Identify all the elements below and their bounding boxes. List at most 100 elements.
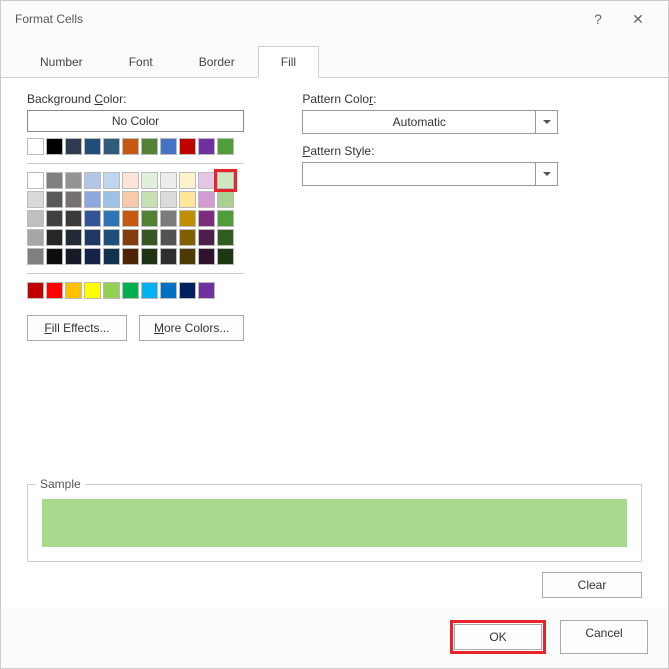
color-swatch[interactable]: [27, 138, 44, 155]
color-swatch[interactable]: [84, 172, 101, 189]
color-swatch[interactable]: [103, 282, 120, 299]
color-swatch[interactable]: [141, 229, 158, 246]
color-swatch[interactable]: [141, 138, 158, 155]
color-swatch[interactable]: [65, 248, 82, 265]
color-swatch[interactable]: [141, 172, 158, 189]
color-swatch[interactable]: [103, 138, 120, 155]
color-swatch[interactable]: [198, 282, 215, 299]
color-swatch[interactable]: [122, 210, 139, 227]
color-swatch[interactable]: [217, 191, 234, 208]
color-swatch[interactable]: [27, 172, 44, 189]
color-swatch[interactable]: [65, 229, 82, 246]
color-swatch[interactable]: [198, 210, 215, 227]
color-swatch[interactable]: [160, 210, 177, 227]
no-color-button[interactable]: No Color: [27, 110, 244, 132]
color-swatch[interactable]: [160, 138, 177, 155]
color-swatch[interactable]: [27, 229, 44, 246]
color-swatch[interactable]: [122, 248, 139, 265]
color-swatch[interactable]: [27, 248, 44, 265]
color-swatch[interactable]: [84, 229, 101, 246]
clear-button[interactable]: Clear: [542, 572, 642, 598]
color-swatch[interactable]: [198, 248, 215, 265]
color-swatch[interactable]: [217, 210, 234, 227]
color-swatch[interactable]: [160, 282, 177, 299]
color-swatch[interactable]: [65, 138, 82, 155]
color-swatch[interactable]: [122, 138, 139, 155]
tab-fill[interactable]: Fill: [258, 46, 319, 78]
color-swatch[interactable]: [179, 282, 196, 299]
color-swatch[interactable]: [46, 282, 63, 299]
color-swatch[interactable]: [160, 172, 177, 189]
color-swatch[interactable]: [27, 210, 44, 227]
color-swatch[interactable]: [46, 248, 63, 265]
color-swatch[interactable]: [103, 229, 120, 246]
color-swatch[interactable]: [122, 282, 139, 299]
color-swatch[interactable]: [179, 248, 196, 265]
color-swatch[interactable]: [103, 172, 120, 189]
more-colors-button[interactable]: More Colors...: [139, 315, 244, 341]
color-swatch[interactable]: [27, 282, 44, 299]
sample-label: Sample: [36, 477, 85, 491]
color-swatch[interactable]: [84, 138, 101, 155]
color-swatch[interactable]: [217, 229, 234, 246]
color-swatch[interactable]: [46, 191, 63, 208]
color-swatch[interactable]: [65, 210, 82, 227]
color-swatch[interactable]: [217, 138, 234, 155]
color-swatch[interactable]: [65, 172, 82, 189]
color-swatch[interactable]: [141, 248, 158, 265]
color-swatch[interactable]: [46, 210, 63, 227]
color-swatch[interactable]: [84, 210, 101, 227]
footer: OK Cancel: [1, 608, 668, 668]
color-swatch[interactable]: [217, 248, 234, 265]
format-cells-dialog: Format Cells ? ✕ Number Font Border Fill…: [0, 0, 669, 669]
chevron-down-icon[interactable]: [535, 111, 557, 133]
color-swatch[interactable]: [198, 138, 215, 155]
color-swatch[interactable]: [198, 191, 215, 208]
color-swatch[interactable]: [103, 210, 120, 227]
tab-border[interactable]: Border: [176, 46, 258, 78]
tab-number[interactable]: Number: [17, 46, 106, 78]
color-swatch[interactable]: [46, 138, 63, 155]
color-swatch[interactable]: [84, 191, 101, 208]
color-swatch[interactable]: [122, 172, 139, 189]
tab-font[interactable]: Font: [106, 46, 176, 78]
titlebar: Format Cells ? ✕: [1, 1, 668, 37]
cancel-button[interactable]: Cancel: [560, 620, 648, 654]
color-swatch[interactable]: [84, 248, 101, 265]
background-color-label: Background Color:: [27, 92, 244, 106]
color-swatch[interactable]: [46, 172, 63, 189]
color-swatch[interactable]: [179, 138, 196, 155]
color-swatch[interactable]: [160, 248, 177, 265]
content: Background Color: No Color Fill Effects.…: [1, 78, 668, 608]
pattern-style-combo[interactable]: [302, 162, 558, 186]
color-swatch[interactable]: [141, 282, 158, 299]
color-swatch[interactable]: [27, 191, 44, 208]
help-icon[interactable]: ?: [578, 11, 618, 27]
color-swatch[interactable]: [65, 191, 82, 208]
pattern-color-combo[interactable]: Automatic: [302, 110, 558, 134]
color-swatch[interactable]: [122, 191, 139, 208]
color-swatch[interactable]: [103, 248, 120, 265]
pattern-color-value: Automatic: [303, 115, 535, 129]
color-swatch[interactable]: [179, 191, 196, 208]
color-swatch[interactable]: [217, 172, 234, 189]
color-swatch[interactable]: [198, 172, 215, 189]
color-swatch[interactable]: [46, 229, 63, 246]
color-swatch[interactable]: [65, 282, 82, 299]
color-swatch[interactable]: [198, 229, 215, 246]
color-swatch[interactable]: [179, 172, 196, 189]
color-swatch[interactable]: [179, 210, 196, 227]
color-swatch[interactable]: [141, 210, 158, 227]
color-swatch[interactable]: [160, 191, 177, 208]
color-swatch[interactable]: [160, 229, 177, 246]
color-swatch[interactable]: [103, 191, 120, 208]
color-swatch[interactable]: [179, 229, 196, 246]
fill-effects-button[interactable]: Fill Effects...: [27, 315, 127, 341]
color-swatch[interactable]: [141, 191, 158, 208]
chevron-down-icon[interactable]: [535, 163, 557, 185]
color-swatch[interactable]: [84, 282, 101, 299]
ok-button[interactable]: OK: [454, 624, 542, 650]
color-swatch[interactable]: [122, 229, 139, 246]
tabstrip: Number Font Border Fill: [1, 37, 668, 78]
close-icon[interactable]: ✕: [618, 11, 658, 28]
